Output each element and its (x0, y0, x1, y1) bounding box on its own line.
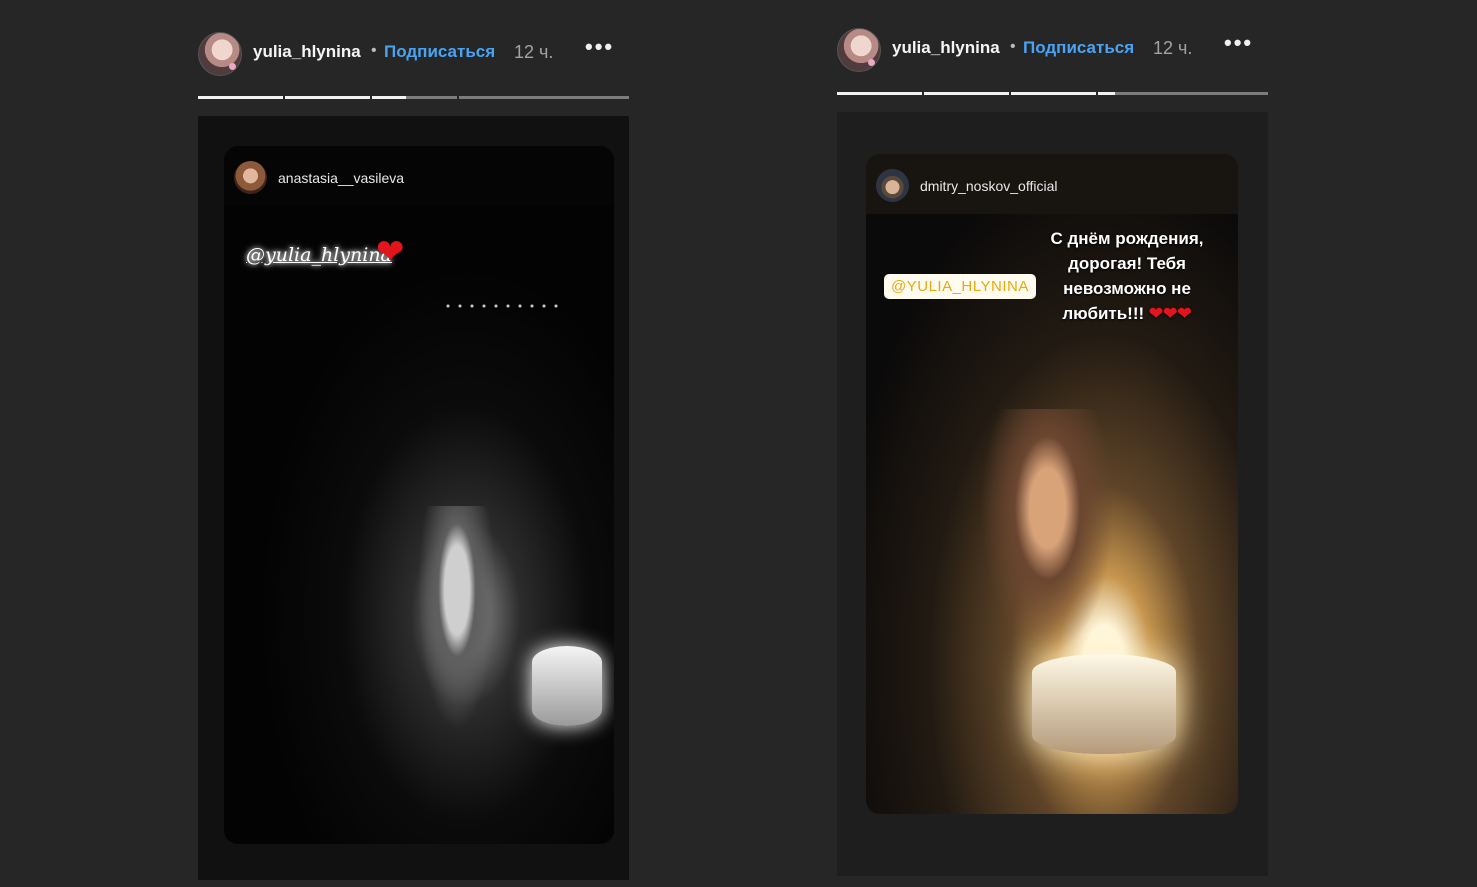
story-media[interactable]: anastasia__vasileva @yulia_hlynina ❤ (198, 116, 629, 880)
story-progress-bar (837, 92, 1268, 95)
birthday-cake (532, 646, 602, 726)
progress-fill (837, 92, 922, 95)
progress-fill (924, 92, 1009, 95)
avatar[interactable] (198, 32, 242, 76)
progress-segment (544, 96, 629, 99)
progress-segment (1098, 92, 1183, 95)
progress-segment (198, 96, 283, 99)
follow-button[interactable]: Подписаться (1023, 38, 1134, 58)
progress-fill (285, 96, 370, 99)
story-viewer-1: yulia_hlynina • Подписаться 12 ч. ••• an… (198, 30, 629, 887)
photo-birthday-bw (224, 206, 614, 844)
progress-fill (198, 96, 283, 99)
progress-segment (1183, 92, 1268, 95)
story-viewer-2: yulia_hlynina • Подписаться 12 ч. ••• dm… (837, 26, 1268, 883)
hearts-icon: ❤❤❤ (1148, 304, 1192, 323)
story-timestamp: 12 ч. (514, 42, 554, 62)
progress-segment (372, 96, 457, 99)
story-username[interactable]: yulia_hlynina (892, 38, 1000, 58)
mention-sticker[interactable]: @yulia_hlynina (246, 244, 392, 266)
more-options-icon[interactable]: ••• (585, 34, 614, 60)
progress-segment (459, 96, 544, 99)
story-username[interactable]: yulia_hlynina (253, 42, 361, 62)
progress-segment (1011, 92, 1096, 95)
shared-story-card: dmitry_noskov_official @YULIA_HLYNINA С … (866, 154, 1238, 814)
more-options-icon[interactable]: ••• (1224, 30, 1253, 56)
progress-fill (372, 96, 406, 99)
story-progress-bar (198, 96, 629, 99)
story-header: yulia_hlynina • Подписаться 12 ч. ••• (837, 26, 1268, 72)
heart-icon: ❤ (376, 233, 405, 271)
progress-segment (924, 92, 1009, 95)
progress-fill (1011, 92, 1096, 95)
shared-avatar[interactable] (876, 169, 909, 202)
shared-username[interactable]: anastasia__vasileva (278, 170, 404, 186)
story-caption: С днём рождения, дорогая! Тебя невозможн… (1030, 226, 1224, 326)
follow-button[interactable]: Подписаться (384, 42, 495, 62)
separator-dot: • (1010, 38, 1016, 55)
story-media[interactable]: dmitry_noskov_official @YULIA_HLYNINA С … (837, 112, 1268, 876)
progress-segment (285, 96, 370, 99)
shared-avatar[interactable] (234, 161, 267, 194)
string-lights (442, 300, 562, 312)
mention-sticker[interactable]: @YULIA_HLYNINA (884, 274, 1036, 299)
separator-dot: • (371, 42, 377, 59)
shared-story-card: anastasia__vasileva @yulia_hlynina ❤ (224, 146, 614, 844)
birthday-cake (1032, 654, 1176, 754)
story-timestamp: 12 ч. (1153, 38, 1193, 58)
photo-person (402, 506, 512, 786)
shared-username[interactable]: dmitry_noskov_official (920, 178, 1057, 194)
story-header: yulia_hlynina • Подписаться 12 ч. ••• (198, 30, 629, 76)
avatar[interactable] (837, 28, 881, 72)
progress-segment (837, 92, 922, 95)
progress-fill (1098, 92, 1115, 95)
